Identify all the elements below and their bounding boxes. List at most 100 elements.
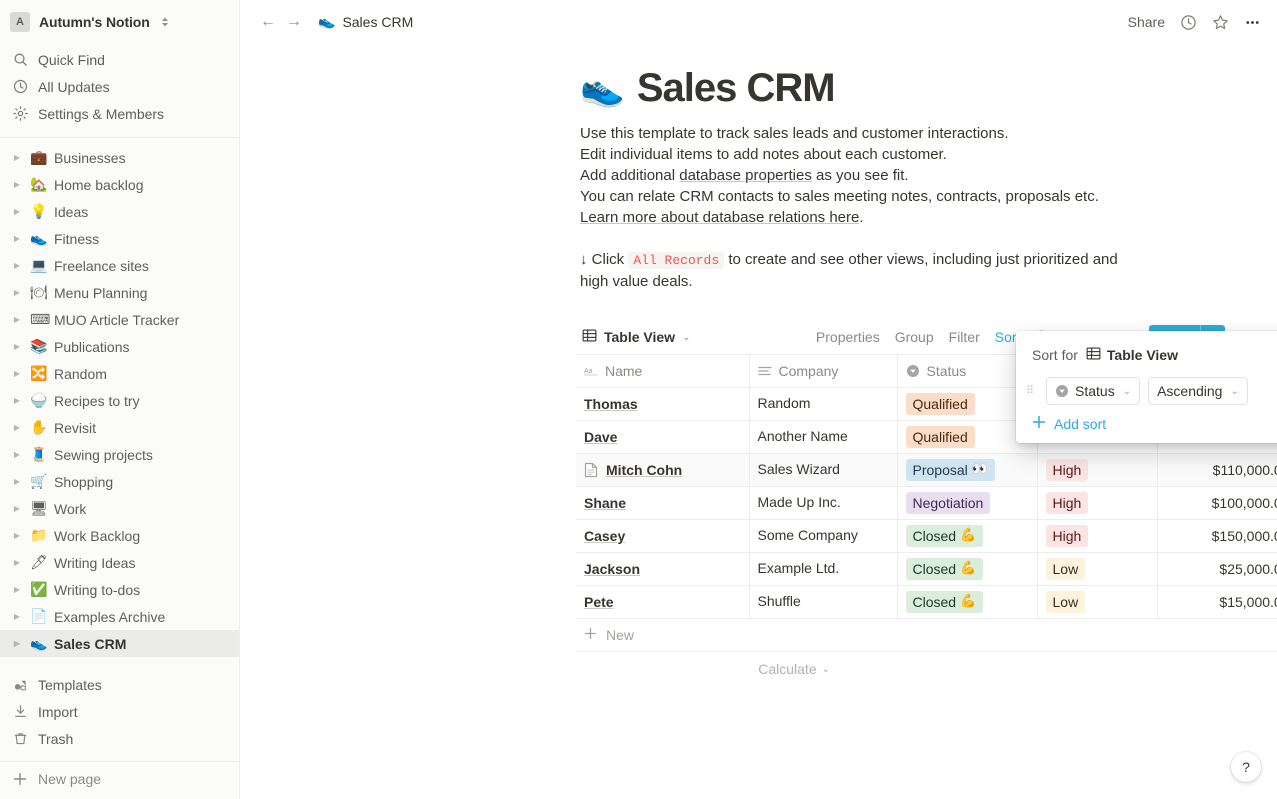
sidebar-item-quick-find[interactable]: Quick Find bbox=[0, 46, 239, 73]
record-link[interactable]: Casey bbox=[584, 528, 625, 544]
cell-priority[interactable]: High bbox=[1037, 519, 1158, 553]
sort-direction-select[interactable]: Ascending ⌄ bbox=[1148, 377, 1248, 405]
database-relations-link[interactable]: Learn more about database relations here bbox=[580, 209, 859, 226]
cell-status[interactable]: Closed 💪 bbox=[897, 585, 1038, 619]
table-row[interactable]: Casey Some Company Closed 💪 High $150,000… bbox=[576, 519, 1277, 553]
sidebar-item-fitness[interactable]: ▶ 👟 Fitness bbox=[0, 225, 239, 252]
cell-amount[interactable]: $150,000.00 bbox=[1157, 519, 1277, 553]
cell-name[interactable]: Pete bbox=[576, 585, 750, 619]
view-tab-table-view[interactable]: Table View ⌄ bbox=[576, 325, 696, 349]
new-page-button[interactable]: New page bbox=[0, 761, 239, 795]
table-row[interactable]: Shane Made Up Inc. Negotiation High $100… bbox=[576, 486, 1277, 520]
page-title[interactable]: Sales CRM bbox=[637, 66, 836, 111]
sidebar-item-businesses[interactable]: ▶ 💼 Businesses bbox=[0, 144, 239, 171]
chevron-right-icon[interactable]: ▶ bbox=[10, 180, 24, 189]
cell-amount[interactable]: $100,000.00 bbox=[1157, 486, 1277, 520]
sidebar-item-all-updates[interactable]: All Updates bbox=[0, 73, 239, 100]
record-link[interactable]: Jackson bbox=[584, 561, 640, 577]
sidebar-item-home-backlog[interactable]: ▶ 🏡 Home backlog bbox=[0, 171, 239, 198]
cell-priority[interactable]: High bbox=[1037, 486, 1158, 520]
sort-property-select[interactable]: Status ⌄ bbox=[1046, 377, 1141, 405]
sidebar-item-work[interactable]: ▶ 🖥 Work bbox=[0, 495, 239, 522]
sidebar-item-ideas[interactable]: ▶ 💡 Ideas bbox=[0, 198, 239, 225]
properties-button[interactable]: Properties bbox=[816, 329, 880, 345]
sidebar-item-random[interactable]: ▶ 🔀 Random bbox=[0, 360, 239, 387]
record-link[interactable]: Mitch Cohn bbox=[606, 462, 682, 478]
chevron-right-icon[interactable]: ▶ bbox=[10, 261, 24, 270]
chevron-right-icon[interactable]: ▶ bbox=[10, 612, 24, 621]
cell-status[interactable]: Closed 💪 bbox=[897, 552, 1038, 586]
chevron-right-icon[interactable]: ▶ bbox=[10, 315, 24, 324]
database-properties-link[interactable]: database properties bbox=[679, 167, 812, 184]
cell-company[interactable]: Shuffle bbox=[749, 585, 898, 619]
sidebar-item-shopping[interactable]: ▶ 🛒 Shopping bbox=[0, 468, 239, 495]
sidebar-item-sewing-projects[interactable]: ▶ 🧵 Sewing projects bbox=[0, 441, 239, 468]
group-button[interactable]: Group bbox=[895, 329, 934, 345]
table-row[interactable]: Jackson Example Ltd. Closed 💪 Low $25,000… bbox=[576, 552, 1277, 586]
cell-name[interactable]: Thomas bbox=[576, 387, 750, 421]
page-icon-emoji[interactable]: 👟 bbox=[580, 70, 625, 107]
help-button[interactable]: ? bbox=[1231, 752, 1261, 782]
chevron-right-icon[interactable]: ▶ bbox=[10, 504, 24, 513]
sidebar-item-work-backlog[interactable]: ▶ 📁 Work Backlog bbox=[0, 522, 239, 549]
sidebar-item-revisit[interactable]: ▶ ✋ Revisit bbox=[0, 414, 239, 441]
cell-name[interactable]: Jackson bbox=[576, 552, 750, 586]
sidebar-item-recipes-to-try[interactable]: ▶ 🍚 Recipes to try bbox=[0, 387, 239, 414]
cell-company[interactable]: Example Ltd. bbox=[749, 552, 898, 586]
filter-button[interactable]: Filter bbox=[949, 329, 980, 345]
cell-status[interactable]: Closed 💪 bbox=[897, 519, 1038, 553]
sidebar-item-examples-archive[interactable]: ▶ 📄 Examples Archive bbox=[0, 603, 239, 630]
cell-company[interactable]: Made Up Inc. bbox=[749, 486, 898, 520]
cell-company[interactable]: Sales Wizard bbox=[749, 453, 898, 487]
cell-company[interactable]: Some Company bbox=[749, 519, 898, 553]
calculate-button[interactable]: Calculate ⌄ bbox=[576, 661, 846, 677]
chevron-right-icon[interactable]: ▶ bbox=[10, 207, 24, 216]
cell-priority[interactable]: Low bbox=[1037, 552, 1158, 586]
chevron-right-icon[interactable]: ▶ bbox=[10, 585, 24, 594]
sidebar-item-settings-members[interactable]: Settings & Members bbox=[0, 100, 239, 127]
share-button[interactable]: Share bbox=[1128, 14, 1165, 30]
record-link[interactable]: Thomas bbox=[584, 396, 638, 412]
forward-icon[interactable]: → bbox=[286, 14, 302, 30]
cell-name[interactable]: Casey bbox=[576, 519, 750, 553]
sidebar-item-writing-to-dos[interactable]: ▶ ✅ Writing to-dos bbox=[0, 576, 239, 603]
cell-priority[interactable]: High bbox=[1037, 453, 1158, 487]
cell-name[interactable]: Dave bbox=[576, 420, 750, 454]
chevron-right-icon[interactable]: ▶ bbox=[10, 639, 24, 648]
cell-name[interactable]: Shane bbox=[576, 486, 750, 520]
record-link[interactable]: Shane bbox=[584, 495, 626, 511]
cell-status[interactable]: Negotiation bbox=[897, 486, 1038, 520]
chevron-right-icon[interactable]: ▶ bbox=[10, 558, 24, 567]
breadcrumb[interactable]: 👟 Sales CRM bbox=[318, 14, 413, 30]
cell-priority[interactable]: Low bbox=[1037, 585, 1158, 619]
record-link[interactable]: Dave bbox=[584, 429, 617, 445]
chevron-right-icon[interactable]: ▶ bbox=[10, 342, 24, 351]
sidebar-item-sales-crm[interactable]: ▶ 👟 Sales CRM bbox=[0, 630, 239, 657]
add-new-row-button[interactable]: New bbox=[576, 619, 1277, 652]
more-options-icon[interactable] bbox=[1243, 13, 1261, 31]
chevron-right-icon[interactable]: ▶ bbox=[10, 288, 24, 297]
cell-name[interactable]: Mitch Cohn bbox=[576, 453, 750, 487]
table-row[interactable]: Mitch Cohn Sales Wizard Proposal 👀 High $… bbox=[576, 453, 1277, 487]
workspace-switcher[interactable]: A Autumn's Notion bbox=[0, 0, 239, 44]
sidebar-item-freelance-sites[interactable]: ▶ 💻 Freelance sites bbox=[0, 252, 239, 279]
chevron-right-icon[interactable]: ▶ bbox=[10, 477, 24, 486]
column-header-company[interactable]: Company bbox=[749, 354, 898, 388]
cell-amount[interactable]: $110,000.00 bbox=[1157, 453, 1277, 487]
chevron-right-icon[interactable]: ▶ bbox=[10, 234, 24, 243]
star-icon[interactable] bbox=[1211, 13, 1229, 31]
cell-status[interactable]: Proposal 👀 bbox=[897, 453, 1038, 487]
chevron-right-icon[interactable]: ▶ bbox=[10, 153, 24, 162]
chevron-right-icon[interactable]: ▶ bbox=[10, 423, 24, 432]
cell-company[interactable]: Another Name bbox=[749, 420, 898, 454]
sidebar-item-trash[interactable]: Trash bbox=[0, 725, 239, 752]
chevron-right-icon[interactable]: ▶ bbox=[10, 450, 24, 459]
sidebar-item-import[interactable]: Import bbox=[0, 698, 239, 725]
back-icon[interactable]: ← bbox=[260, 14, 276, 30]
cell-amount[interactable]: $25,000.00 bbox=[1157, 552, 1277, 586]
chevron-right-icon[interactable]: ▶ bbox=[10, 396, 24, 405]
add-sort-button[interactable]: Add sort bbox=[1016, 411, 1277, 433]
table-row[interactable]: Pete Shuffle Closed💪 Low $15,000.00 Autu… bbox=[576, 585, 1277, 619]
sidebar-item-publications[interactable]: ▶ 📚 Publications bbox=[0, 333, 239, 360]
comment-icon[interactable] bbox=[1179, 13, 1197, 31]
